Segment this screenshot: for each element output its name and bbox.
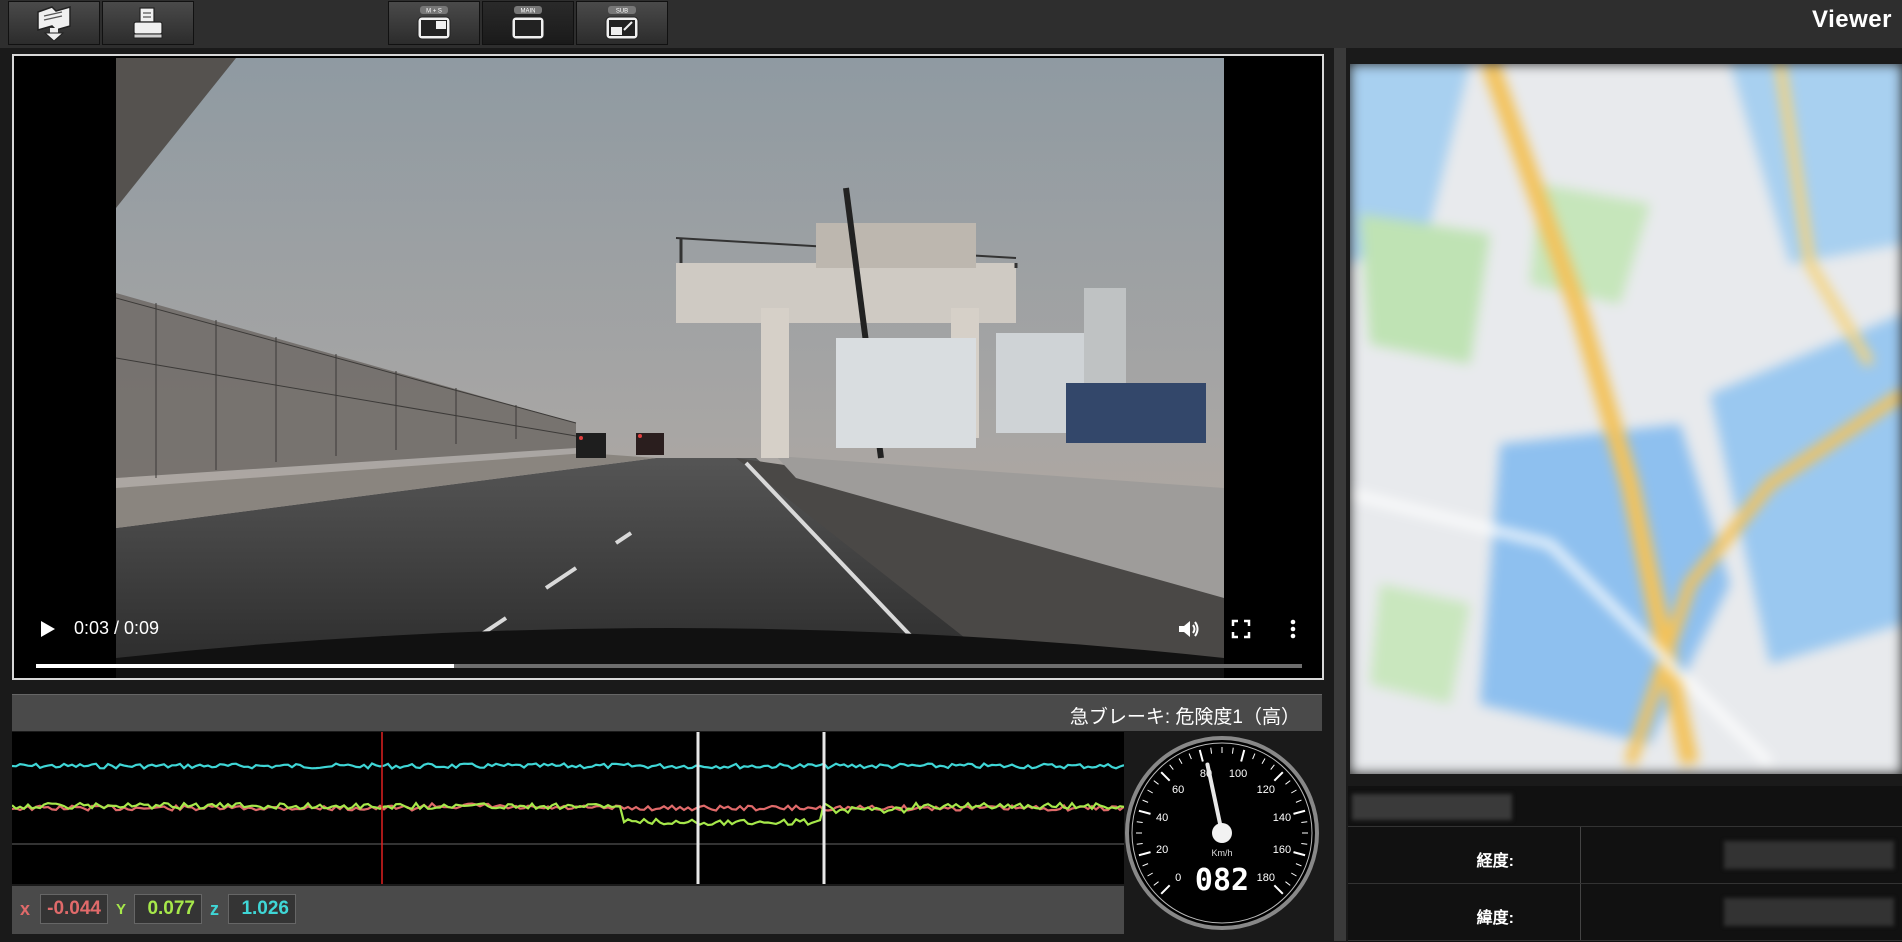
main-sub-layout-icon: M + S xyxy=(417,6,451,40)
speedometer: 0 20 40 60 80 100 120 140 160 180 Km/h 082 xyxy=(1124,732,1320,934)
svg-text:SUB: SUB xyxy=(616,9,628,15)
x-value: -0.044 xyxy=(40,894,108,924)
video-progress-fill xyxy=(36,664,454,668)
acceleration-readout: x -0.044 Y 0.077 z 1.026 xyxy=(12,886,1124,934)
needle-hub xyxy=(1212,823,1232,843)
panel-divider[interactable] xyxy=(1334,48,1346,941)
longitude-label: 経度: xyxy=(1476,853,1514,870)
speed-tick-label: 160 xyxy=(1273,844,1291,856)
more-vert-icon xyxy=(1290,619,1296,639)
z-value: 1.026 xyxy=(228,894,296,924)
toolbar: M + S MAIN SUB Viewer xyxy=(0,0,1902,48)
speedometer-gauge: 020406080 100120140160180 Km/h 082 xyxy=(1125,736,1319,930)
play-icon xyxy=(41,621,55,637)
play-button[interactable] xyxy=(34,616,60,642)
speed-tick-label: 120 xyxy=(1257,784,1275,796)
speed-tick-label: 20 xyxy=(1156,844,1168,856)
map-panel[interactable] xyxy=(1350,64,1902,774)
longitude-value-blurred xyxy=(1724,841,1894,869)
y-label: Y xyxy=(116,901,127,918)
dashcam-video-frame xyxy=(116,58,1224,678)
fullscreen-button[interactable] xyxy=(1228,616,1254,642)
view-ms-button[interactable]: M + S xyxy=(388,1,480,45)
print-button[interactable] xyxy=(102,1,194,45)
y-axis-line xyxy=(12,801,1124,827)
speed-tick-label: 60 xyxy=(1172,784,1184,796)
acceleration-graph[interactable] xyxy=(12,732,1124,884)
more-options-button[interactable] xyxy=(1280,616,1306,642)
latitude-label: 緯度: xyxy=(1476,910,1514,927)
event-bar: 急ブレーキ: 危険度1（高） xyxy=(12,694,1322,731)
sub-layout-icon: SUB xyxy=(605,6,639,40)
video-time: 0:03 / 0:09 xyxy=(74,618,160,638)
longitude-row: 経度: xyxy=(1348,827,1902,884)
z-axis-line xyxy=(12,762,1124,770)
map-view xyxy=(1350,64,1902,774)
folder-download-icon xyxy=(37,6,71,42)
view-main-button[interactable]: MAIN xyxy=(482,1,574,45)
y-value: 0.077 xyxy=(134,894,202,924)
event-text: 急ブレーキ: 危険度1（高） xyxy=(1069,707,1300,728)
video-player[interactable]: 0:03 / 0:09 xyxy=(12,54,1324,680)
printer-icon xyxy=(133,7,163,39)
speed-tick-label: 140 xyxy=(1273,812,1291,824)
video-controls: 0:03 / 0:09 xyxy=(14,588,1322,678)
volume-icon xyxy=(1179,621,1199,637)
coord-separator xyxy=(1580,827,1581,883)
speed-tick-label: 100 xyxy=(1229,768,1247,780)
z-label: z xyxy=(210,899,219,919)
speed-tick-label: 0 xyxy=(1175,872,1181,884)
view-sub-button[interactable]: SUB xyxy=(576,1,668,45)
address-blurred xyxy=(1352,794,1512,820)
speed-unit: Km/h xyxy=(1211,848,1232,858)
latitude-value-blurred xyxy=(1724,898,1894,926)
latitude-row: 緯度: xyxy=(1348,884,1902,941)
app-title: Viewer xyxy=(1812,6,1892,33)
svg-text:MAIN: MAIN xyxy=(521,9,536,15)
speed-tick-label: 180 xyxy=(1257,872,1275,884)
x-label: x xyxy=(20,899,31,919)
fullscreen-icon xyxy=(1231,619,1251,639)
video-progress-bar[interactable] xyxy=(36,664,1302,668)
volume-button[interactable] xyxy=(1176,616,1202,642)
open-folder-button[interactable] xyxy=(8,1,100,45)
main-layout-icon: MAIN xyxy=(511,6,545,40)
coords-header xyxy=(1348,786,1902,826)
speed-tick-label: 40 xyxy=(1156,812,1168,824)
svg-text:M + S: M + S xyxy=(426,9,442,15)
speed-digital: 082 xyxy=(1195,863,1249,898)
coord-separator xyxy=(1580,884,1581,940)
coords-table: 経度: 緯度: xyxy=(1348,826,1902,942)
